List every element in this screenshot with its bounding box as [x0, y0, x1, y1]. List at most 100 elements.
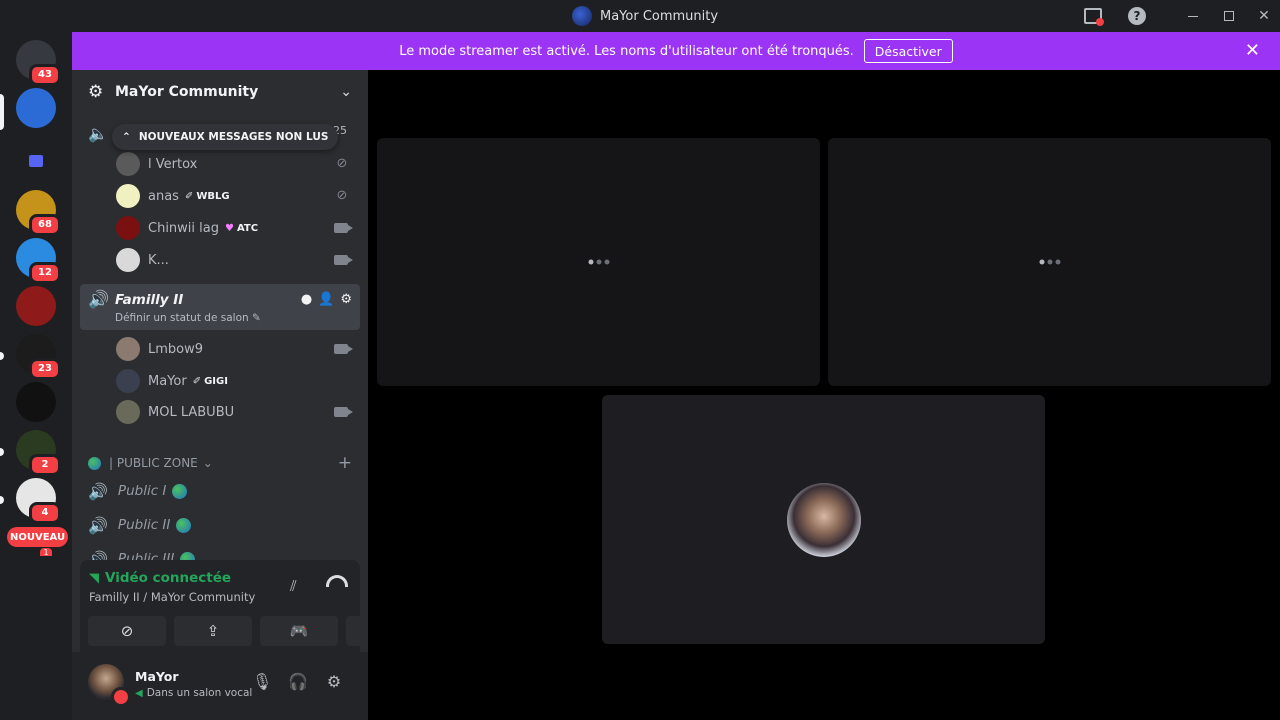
unread-messages-pill[interactable]: ⌃ NOUVEAUX MESSAGES NON LUS	[112, 124, 339, 150]
selected-server-indicator	[0, 94, 4, 130]
voice-channel-public[interactable]: 🔊 Public II	[88, 510, 352, 540]
loading-icon	[588, 259, 609, 265]
activity-button[interactable]: 🎮	[260, 616, 338, 646]
voice-user-row[interactable]: l Vertox ⊘	[116, 150, 360, 178]
chevron-down-icon[interactable]: ⌄	[340, 84, 352, 100]
chevron-down-icon: ⌄	[202, 456, 213, 470]
unread-indicator	[0, 496, 4, 504]
voice-user-name: Lmbow9	[148, 341, 204, 357]
server-icon-server-red[interactable]	[16, 286, 56, 326]
noise-suppression-icon[interactable]: ⫽	[290, 577, 297, 595]
voice-user-row[interactable]: anas ✐ WBLG ⊘	[116, 182, 360, 210]
server-icon-server-cap[interactable]: 12	[16, 238, 61, 284]
voice-channel-public[interactable]: 🔊 Public I	[88, 476, 352, 506]
video-tile-user[interactable]	[602, 395, 1045, 644]
inbox-icon[interactable]	[1082, 5, 1104, 27]
voice-user-name: Chinwii lag	[148, 220, 219, 236]
globe-icon	[172, 483, 188, 499]
heart-icon: ♥	[225, 222, 234, 234]
voice-channel-familly[interactable]: 🔊 Familly II Définir un statut de salon …	[80, 284, 360, 330]
banner-message: Le mode streamer est activé. Les noms d'…	[399, 43, 854, 59]
disable-streamer-button[interactable]: Désactiver	[863, 39, 953, 63]
voice-status-text: Vidéo connectée	[105, 570, 232, 586]
disconnect-icon[interactable]	[326, 575, 348, 587]
user-tag: ✐ WBLG	[185, 191, 230, 202]
add-channel-icon[interactable]: +	[338, 452, 352, 474]
category-public-zone[interactable]: | PUBLIC ZONE ⌄ +	[88, 452, 352, 474]
server-header[interactable]: ⚙ MaYor Community ⌄	[72, 70, 368, 114]
signal-icon: ◥	[89, 570, 99, 586]
globe-icon	[88, 456, 101, 470]
speaker-icon: 🔊	[88, 481, 108, 501]
voice-user-row[interactable]: Lmbow9	[116, 335, 360, 363]
muted-icon: ⊘	[336, 188, 348, 203]
new-unreads-count: 1	[40, 548, 52, 556]
notification-badge: 43	[29, 64, 61, 86]
channel-name: Public II	[117, 517, 171, 533]
maximize-button[interactable]	[1218, 5, 1240, 27]
server-icon-server-group[interactable]: 2	[16, 430, 61, 476]
voice-user-name: MOL LABUBU	[148, 404, 235, 420]
sword-icon: ✐	[184, 190, 194, 202]
camera-icon	[334, 253, 353, 267]
close-window-button[interactable]: ✕	[1253, 5, 1275, 27]
avatar	[116, 152, 140, 176]
user-status: ◀ Dans un salon vocal	[135, 687, 252, 699]
settings-icon[interactable]: ⚙	[340, 292, 352, 307]
chat-icon[interactable]: ●	[301, 292, 312, 307]
voice-channel-status[interactable]: Définir un statut de salon ✎	[115, 312, 261, 324]
help-icon[interactable]: ?	[1126, 5, 1148, 27]
new-unreads-badge[interactable]: NOUVEAU	[7, 527, 69, 547]
notification-badge: 2	[29, 454, 61, 476]
microphone-icon[interactable]: 🎙	[252, 672, 272, 692]
voice-location[interactable]: Familly II / MaYor Community	[89, 590, 255, 604]
soundboard-button[interactable]: ✦	[346, 616, 368, 646]
user-panel: MaYor ◀ Dans un salon vocal 🎙 🎧 ⚙	[72, 652, 368, 720]
server-icon-server-gold[interactable]: 23	[16, 334, 61, 380]
avatar	[116, 369, 140, 393]
speaker-icon: 🔈	[88, 124, 108, 143]
server-icon-server-art[interactable]: 4	[16, 478, 61, 524]
server-icon-folder[interactable]	[16, 142, 56, 182]
voice-user-row[interactable]: K...	[116, 246, 360, 274]
channel-name: Public I	[117, 483, 167, 499]
user-status-text: Dans un salon vocal	[146, 687, 253, 699]
current-username[interactable]: MaYor	[135, 669, 179, 684]
speaker-icon: ◀	[135, 687, 143, 699]
user-settings-icon[interactable]: ⚙	[324, 672, 344, 692]
close-icon[interactable]: ✕	[1245, 40, 1260, 61]
voice-user-row[interactable]: MOL LABUBU	[116, 398, 360, 426]
headphones-icon[interactable]: 🎧	[288, 672, 308, 692]
voice-channel-name: Familly II	[115, 292, 184, 308]
window-title: MaYor Community	[572, 6, 718, 26]
dnd-status-icon	[111, 687, 131, 707]
window-titlebar: MaYor Community ? ✕	[0, 0, 1280, 32]
server-name: MaYor Community	[115, 84, 259, 100]
camera-off-button[interactable]: ⊘	[88, 616, 166, 646]
user-tag-label: ATC	[236, 222, 259, 234]
server-icon-server-pc[interactable]: 68	[16, 190, 61, 236]
voice-connection-panel: ◥ Vidéo connectée Familly II / MaYor Com…	[80, 560, 368, 652]
server-icon-server-tc[interactable]	[16, 382, 56, 422]
notification-badge: 4	[29, 502, 61, 524]
voice-user-row[interactable]: Chinwii lag ♥ ATC	[116, 214, 360, 242]
avatar	[116, 337, 140, 361]
unread-pill-label: NOUVEAUX MESSAGES NON LUS	[138, 131, 329, 143]
server-icon-mayor-community[interactable]	[16, 88, 56, 128]
muted-icon: ⊘	[336, 156, 348, 171]
globe-icon	[176, 517, 192, 533]
minimize-button[interactable]	[1182, 5, 1204, 27]
window-title-text: MaYor Community	[600, 8, 719, 24]
voice-connected-status[interactable]: ◥ Vidéo connectée	[89, 570, 231, 586]
user-tag-label: GIGI	[204, 375, 228, 387]
video-tile-loading[interactable]	[377, 138, 820, 386]
invite-icon[interactable]: 👤	[318, 292, 334, 307]
voice-user-name: l Vertox	[148, 156, 198, 172]
server-icon-direct-messages[interactable]: 43	[16, 40, 61, 86]
speaker-icon: 🔊	[88, 515, 108, 535]
screen-share-button[interactable]: ⇪	[174, 616, 252, 646]
video-tile-loading[interactable]	[828, 138, 1271, 386]
chevron-up-icon: ⌃	[122, 131, 131, 143]
voice-user-row[interactable]: MaYor ✐ GIGI	[116, 367, 360, 395]
notification-badge: 12	[29, 262, 61, 284]
